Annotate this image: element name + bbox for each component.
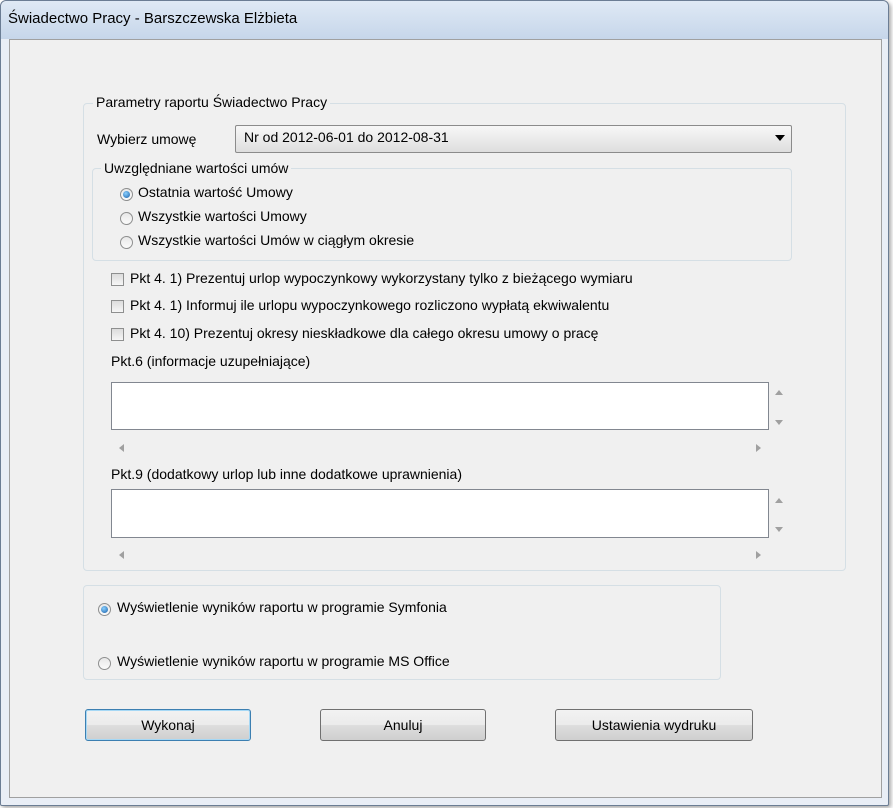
radio-last-value-label: Ostatnia wartość Umowy: [138, 184, 293, 200]
contract-selected-value: Nr od 2012-06-01 do 2012-08-31: [244, 129, 449, 145]
scroll-right-icon[interactable]: [756, 444, 761, 452]
scroll-down-icon[interactable]: [775, 527, 783, 532]
checkbox-non-contributory-periods[interactable]: [111, 328, 124, 341]
scroll-down-icon[interactable]: [775, 420, 783, 425]
report-parameters-label: Parametry raportu Świadectwo Pracy: [93, 94, 331, 110]
pkt9-label: Pkt.9 (dodatkowy urlop lub inne dodatkow…: [111, 466, 462, 482]
scroll-left-icon[interactable]: [119, 551, 124, 559]
radio-all-values-label: Wszystkie wartości Umowy: [138, 208, 307, 224]
execute-button[interactable]: Wykonaj: [85, 709, 251, 741]
contract-label: Wybierz umowę: [97, 131, 197, 147]
radio-continuous-period[interactable]: [120, 236, 133, 249]
title-bar[interactable]: Świadectwo Pracy - Barszczewska Elżbieta: [1, 1, 888, 39]
radio-output-ms-office-label: Wyświetlenie wyników raportu w programie…: [117, 653, 450, 669]
scroll-right-icon[interactable]: [756, 551, 761, 559]
checkbox-current-leave[interactable]: [111, 273, 124, 286]
radio-output-ms-office[interactable]: [98, 657, 111, 670]
pkt6-vertical-scrollbar[interactable]: [770, 382, 788, 430]
pkt6-textarea[interactable]: [111, 382, 769, 430]
radio-last-value[interactable]: [120, 188, 133, 201]
chevron-down-icon: [775, 135, 785, 141]
checkbox-current-leave-label: Pkt 4. 1) Prezentuj urlop wypoczynkowy w…: [130, 270, 633, 286]
cancel-button[interactable]: Anuluj: [320, 709, 486, 741]
scroll-left-icon[interactable]: [119, 444, 124, 452]
radio-continuous-period-label: Wszystkie wartości Umów w ciągłym okresi…: [138, 232, 415, 248]
print-settings-button[interactable]: Ustawienia wydruku: [555, 709, 753, 741]
radio-output-symfonia-label: Wyświetlenie wyników raportu w programie…: [117, 599, 447, 615]
contract-select[interactable]: Nr od 2012-06-01 do 2012-08-31: [235, 125, 792, 153]
dialog-client-area: Parametry raportu Świadectwo Pracy Wybie…: [9, 39, 882, 798]
scroll-up-icon[interactable]: [775, 390, 783, 395]
window-title: Świadectwo Pracy - Barszczewska Elżbieta: [8, 10, 298, 27]
pkt6-label: Pkt.6 (informacje uzupełniające): [111, 353, 311, 369]
radio-output-symfonia[interactable]: [98, 603, 111, 616]
checkbox-equivalent-payout[interactable]: [111, 300, 124, 313]
scroll-up-icon[interactable]: [775, 498, 783, 503]
radio-all-values[interactable]: [120, 212, 133, 225]
checkbox-non-contributory-periods-label: Pkt 4. 10) Prezentuj okresy nieskładkowe…: [130, 325, 599, 341]
pkt9-vertical-scrollbar[interactable]: [770, 489, 788, 538]
pkt9-textarea[interactable]: [111, 489, 769, 538]
pkt6-horizontal-scrollbar[interactable]: [111, 439, 771, 457]
contract-values-label: Uwzględniane wartości umów: [101, 160, 292, 176]
checkbox-equivalent-payout-label: Pkt 4. 1) Informuj ile urlopu wypoczynko…: [130, 297, 610, 313]
report-window: Świadectwo Pracy - Barszczewska Elżbieta…: [0, 0, 889, 806]
pkt9-horizontal-scrollbar[interactable]: [111, 546, 771, 564]
